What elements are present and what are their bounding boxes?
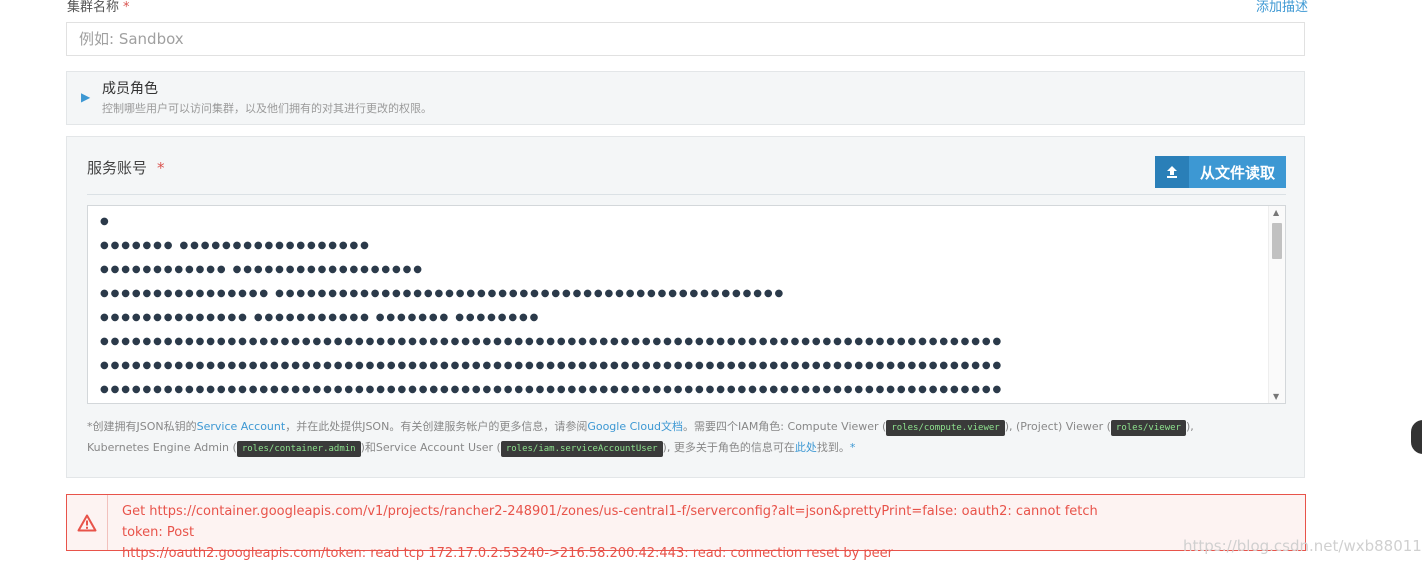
watermark: https://blog.csdn.net/wxb880114	[1183, 537, 1422, 555]
service-account-link[interactable]: Service Account	[197, 420, 286, 433]
vertical-scrollbar[interactable]: ▲ ▼	[1268, 206, 1285, 403]
scrollbar-thumb[interactable]	[1272, 223, 1282, 259]
help-text-part: )和Service Account User (	[360, 441, 501, 454]
member-roles-subtitle: 控制哪些用户可以访问集群，以及他们拥有的对其进行更改的权限。	[102, 102, 432, 115]
role-code: roles/viewer	[1110, 420, 1186, 436]
help-text-part: ), (Project) Viewer (	[1004, 420, 1111, 433]
required-mark: *	[157, 159, 165, 177]
error-banner: Get https://container.googleapis.com/v1/…	[66, 494, 1306, 561]
service-account-title: 服务账号 *	[87, 157, 165, 178]
cluster-name-label: 集群名称 *	[67, 0, 130, 15]
scroll-down-icon[interactable]: ▼	[1273, 392, 1279, 401]
masked-json-line: ●	[100, 216, 111, 227]
floating-edge-widget[interactable]	[1411, 420, 1422, 454]
help-text-part: ，并在此处提供JSON。有关创建服务帐户的更多信息，请参阅	[285, 420, 588, 433]
help-text-part: 找到。	[816, 441, 850, 454]
upload-icon	[1155, 156, 1189, 188]
scroll-up-icon[interactable]: ▲	[1273, 208, 1279, 217]
error-icon-cell	[67, 495, 108, 550]
divider	[87, 194, 1286, 195]
masked-json-line: ●●●●●●●●●●●● ●●●●●●●●●●●●●●●●●●	[100, 264, 424, 275]
help-text-part: 。需要四个IAM角色: Compute Viewer (	[683, 420, 887, 433]
role-code: roles/compute.viewer	[886, 420, 1005, 436]
masked-json-line: ●●●●●●●●●●●●●●●●●●●●●●●●●●●●●●●●●●●●●●●●…	[100, 360, 1004, 371]
help-text-part: ), 更多关于角色的信息可在	[662, 441, 795, 454]
masked-json-line: ●●●●●●●●●●●●●●●●●●●●●●●●●●●●●●●●●●●●●●●●…	[100, 336, 1004, 347]
add-description-link[interactable]: 添加描述	[1256, 0, 1308, 15]
member-roles-panel[interactable]: ▶ 成员角色 控制哪些用户可以访问集群，以及他们拥有的对其进行更改的权限。	[66, 71, 1305, 125]
error-line: Get https://container.googleapis.com/v1/…	[122, 504, 1098, 540]
required-mark: *	[849, 441, 856, 454]
google-cloud-docs-link[interactable]: Google Cloud文档	[587, 420, 683, 433]
here-link[interactable]: 此处	[795, 441, 817, 454]
masked-json-line: ●●●●●●●●●●●●●●●● ●●●●●●●●●●●●●●●●●●●●●●●…	[100, 288, 786, 299]
triangle-right-icon[interactable]: ▶	[81, 90, 90, 104]
service-account-json-textarea[interactable]: ● ●●●●●●● ●●●●●●●●●●●●●●●●●● ●●●●●●●●●●●…	[87, 205, 1286, 404]
read-from-file-label: 从文件读取	[1199, 164, 1275, 182]
service-account-help-text: *创建拥有JSON私钥的Service Account，并在此处提供JSON。有…	[87, 416, 1237, 458]
service-account-panel: 服务账号 * 从文件读取 ● ●●●●●●● ●●●●●●●●●●●●●●●●●●…	[66, 136, 1305, 478]
cluster-name-label-text: 集群名称	[67, 0, 120, 15]
member-roles-title: 成员角色	[102, 81, 158, 97]
warning-triangle-icon	[77, 514, 97, 531]
masked-json-line: ●●●●●●● ●●●●●●●●●●●●●●●●●●	[100, 240, 371, 251]
role-code: roles/iam.serviceAccountUser	[500, 441, 663, 457]
error-line: https://oauth2.googleapis.com/token: rea…	[122, 546, 893, 561]
cluster-name-input[interactable]	[66, 22, 1305, 56]
error-message: Get https://container.googleapis.com/v1/…	[122, 501, 1122, 564]
service-account-title-text: 服务账号	[87, 159, 148, 177]
masked-json-line: ●●●●●●●●●●●●●● ●●●●●●●●●●● ●●●●●●● ●●●●●…	[100, 312, 541, 323]
role-code: roles/container.admin	[236, 441, 361, 457]
masked-json-line: ●●●●●●●●●●●●●●●●●●●●●●●●●●●●●●●●●●●●●●●●…	[100, 384, 1004, 395]
help-text-part: *创建拥有JSON私钥的	[87, 420, 197, 433]
required-mark: *	[123, 0, 130, 15]
read-from-file-button[interactable]: 从文件读取	[1155, 156, 1286, 188]
